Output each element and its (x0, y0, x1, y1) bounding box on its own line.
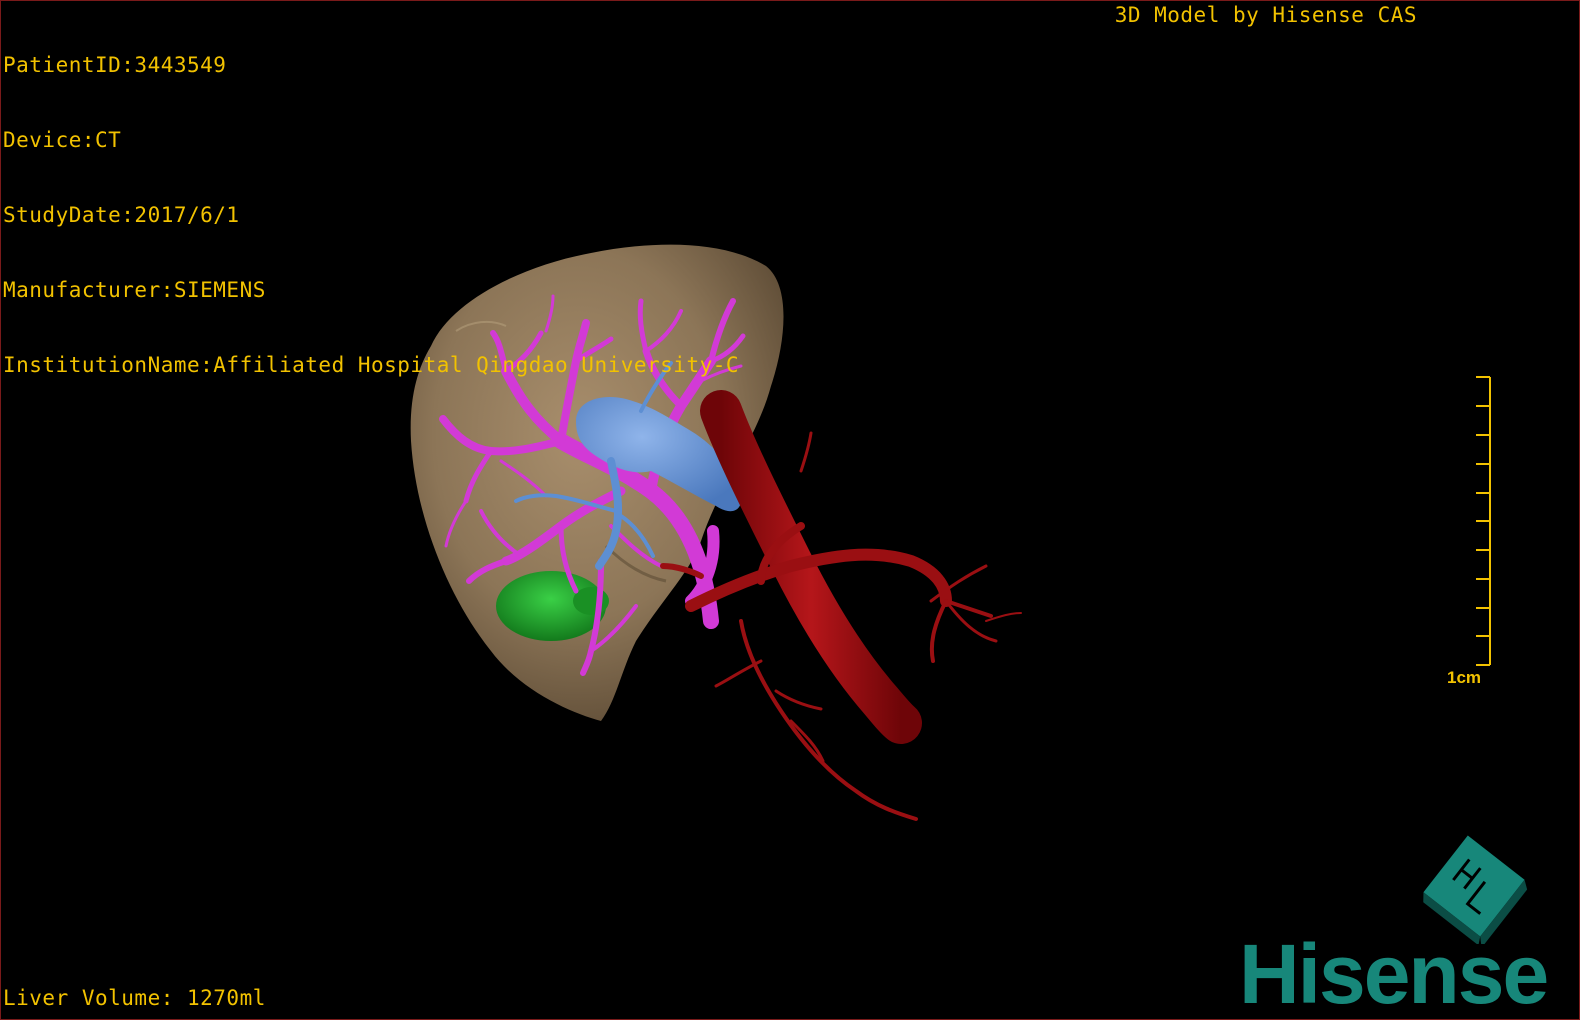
liver-volume: Liver Volume: 1270ml (3, 986, 266, 1010)
study-info-overlay: PatientID:3443549 Device:CT StudyDate:20… (3, 3, 739, 428)
device: Device:CT (3, 128, 122, 152)
institution-name: InstitutionName:Affiliated Hospital Qing… (3, 353, 740, 377)
hisense-logo-text: Hisense (1239, 927, 1549, 1020)
patient-id: PatientID:3443549 (3, 53, 227, 77)
manufacturer: Manufacturer:SIEMENS (3, 278, 266, 302)
study-date: StudyDate:2017/6/1 (3, 203, 240, 227)
scale-bar (1476, 376, 1491, 666)
scale-bar-label: 1cm (1447, 668, 1482, 687)
model-credit: 3D Model by Hisense CAS (1114, 3, 1417, 27)
3d-viewport[interactable]: PatientID:3443549 Device:CT StudyDate:20… (0, 0, 1580, 1020)
